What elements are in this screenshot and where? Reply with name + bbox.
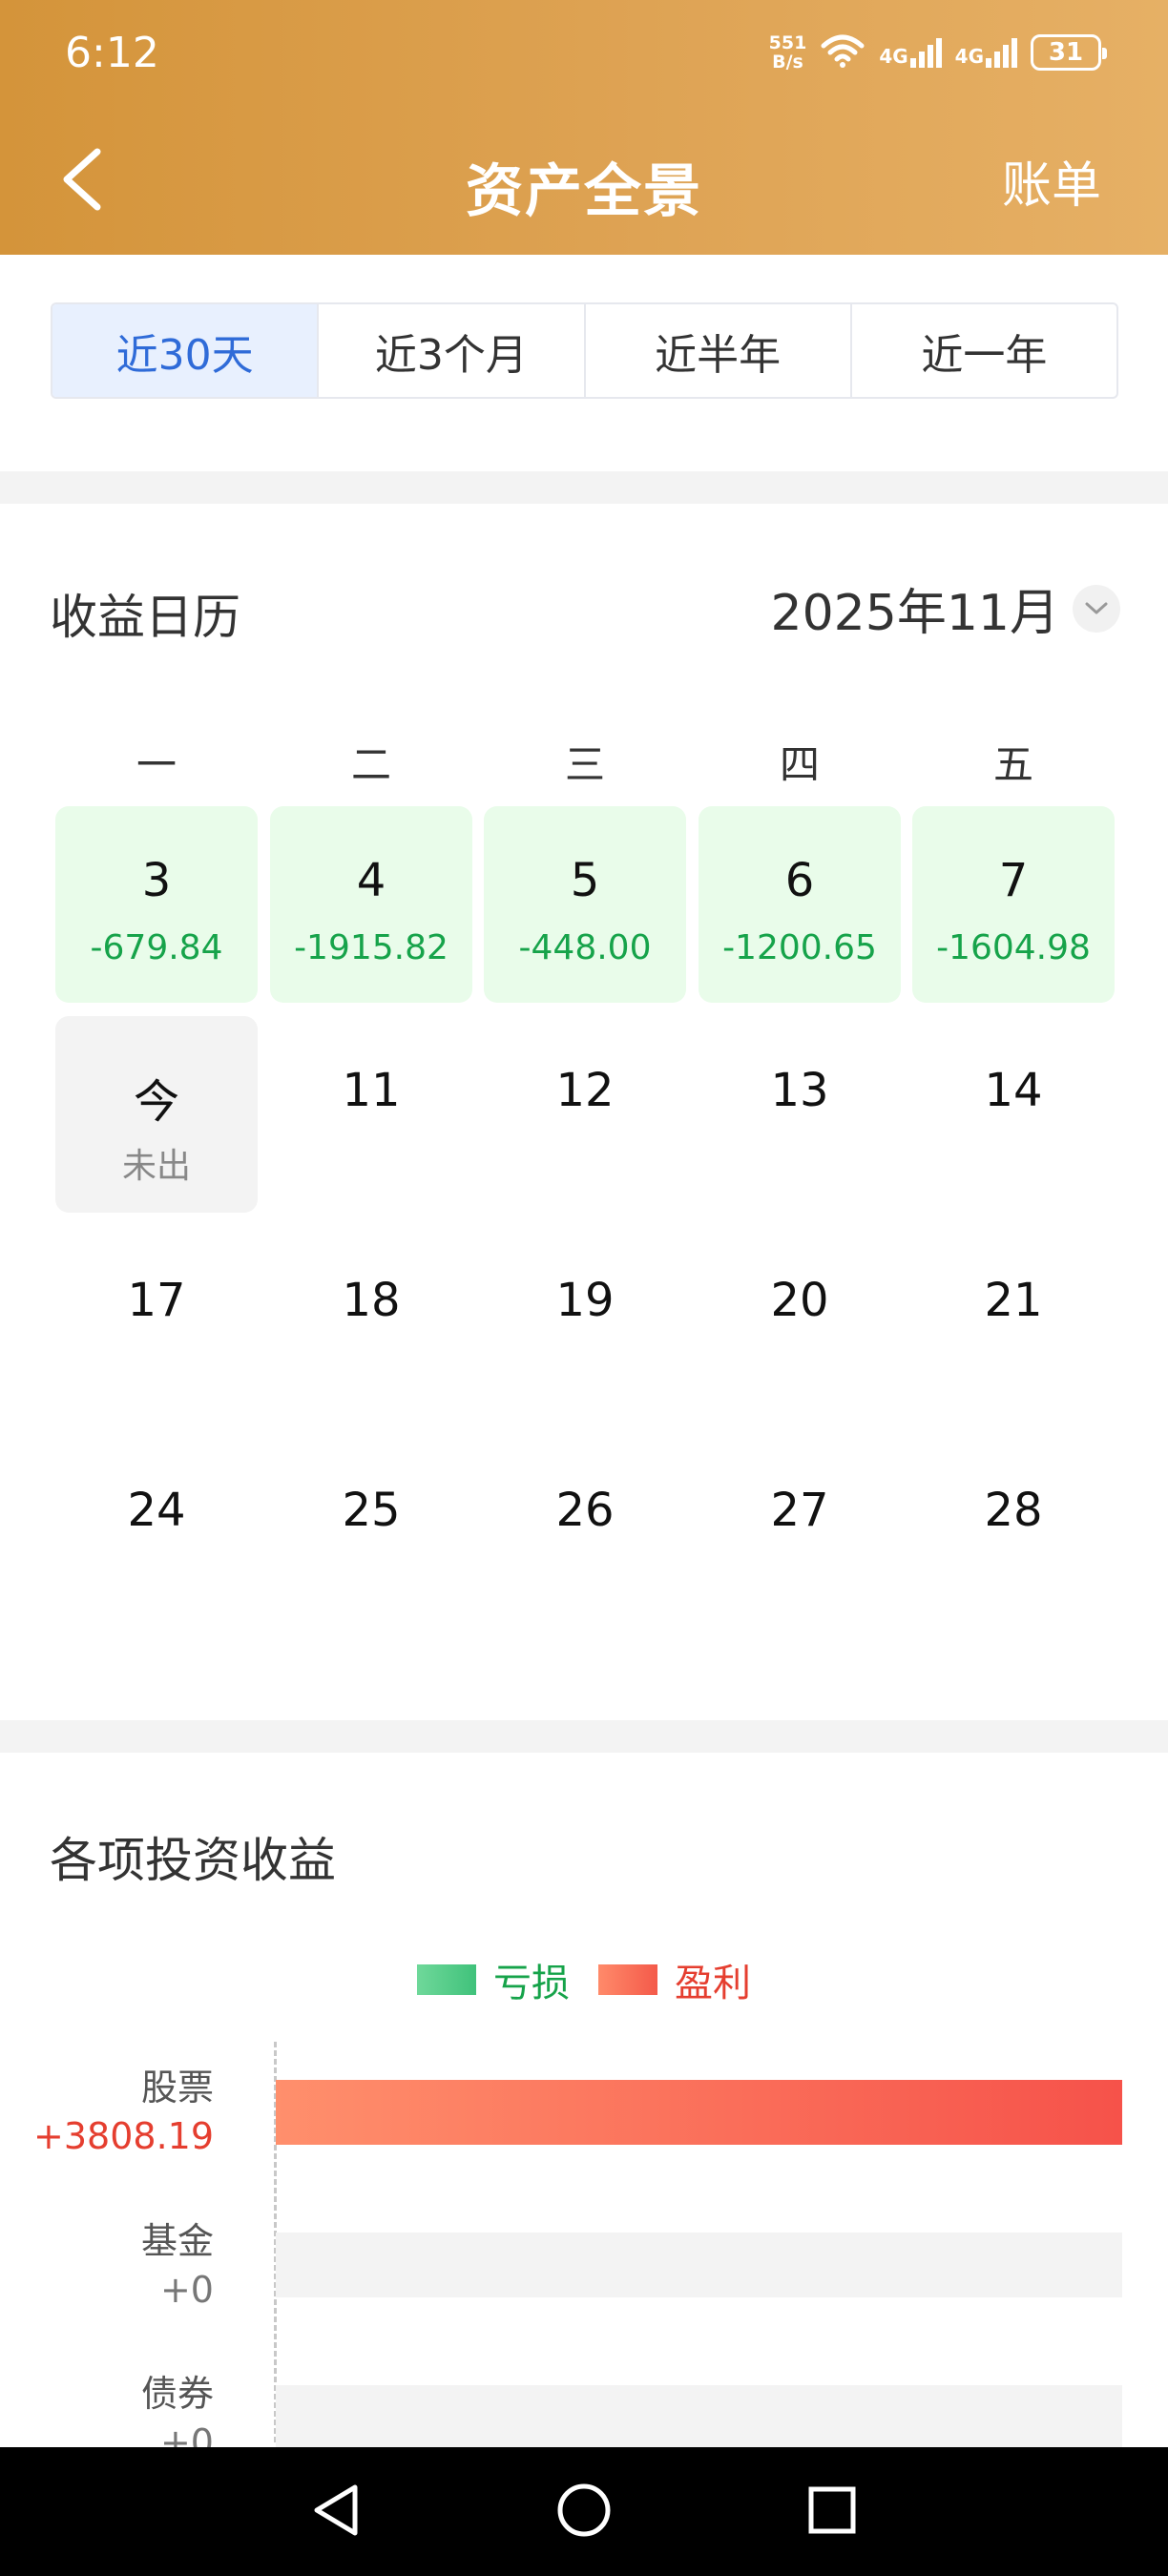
calendar-day[interactable]: 20 [699, 1226, 901, 1423]
tab-one-year[interactable]: 近一年 [849, 304, 1116, 397]
asset-name: 债券 [140, 2373, 214, 2415]
status-time: 6:12 [65, 29, 159, 77]
day-number: 4 [356, 854, 386, 907]
day-earnings: -1915.82 [294, 928, 448, 967]
circle-home-icon [555, 2482, 613, 2543]
day-number: 3 [141, 854, 172, 907]
calendar-day[interactable]: 25 [270, 1436, 472, 1632]
nav-recent-button[interactable] [794, 2474, 870, 2550]
asset-name: 股票 [140, 2067, 214, 2109]
calendar-day-today[interactable]: 今 未出 [55, 1016, 258, 1213]
calendar-day[interactable]: 19 [484, 1226, 686, 1423]
asset-overview-screen: 6:12 551 B/s 4G 4G 31 资产全景 账单 近30天 近3个月 … [0, 0, 1168, 2576]
asset-name: 基金 [140, 2220, 214, 2262]
tab-3-months[interactable]: 近3个月 [317, 304, 583, 397]
investment-title: 各项投资收益 [50, 1833, 336, 1888]
day-earnings: -679.84 [90, 928, 223, 967]
day-number: 5 [570, 854, 600, 907]
calendar-title: 收益日历 [50, 590, 240, 645]
page-title: 资产全景 [466, 158, 702, 225]
asset-bar-track [276, 2233, 1122, 2297]
calendar-day[interactable]: 14 [912, 1016, 1115, 1213]
day-number: 20 [770, 1274, 829, 1327]
day-number: 19 [555, 1274, 615, 1327]
triangle-back-icon [309, 2482, 363, 2543]
calendar-day[interactable]: 18 [270, 1226, 472, 1423]
day-number: 17 [127, 1274, 186, 1327]
square-recent-icon [805, 2483, 859, 2541]
calendar-day[interactable]: 21 [912, 1226, 1115, 1423]
legend-swatch [417, 1964, 476, 1995]
weekday-label: 三 [564, 741, 605, 788]
net-speed: 551 B/s [768, 32, 807, 73]
calendar-day[interactable]: 4 -1915.82 [270, 806, 472, 1003]
day-number: 11 [342, 1064, 401, 1117]
legend-swatch [598, 1964, 657, 1995]
day-number: 27 [770, 1484, 829, 1537]
wifi-icon [820, 32, 866, 73]
day-earnings: -1200.65 [722, 928, 877, 967]
month-selector[interactable]: 2025年11月 [770, 572, 1120, 644]
calendar-day[interactable]: 5 -448.00 [484, 806, 686, 1003]
calendar-day[interactable]: 12 [484, 1016, 686, 1213]
day-earnings: 未出 [121, 1147, 191, 1186]
legend-profit: 盈利 [598, 1952, 751, 2007]
asset-bar-track [276, 2080, 1122, 2145]
chevron-down-icon [1073, 584, 1120, 633]
asset-bar-track [276, 2385, 1122, 2450]
day-number: 26 [555, 1484, 615, 1537]
calendar-day[interactable]: 6 -1200.65 [699, 806, 901, 1003]
calendar-day[interactable]: 7 -1604.98 [912, 806, 1115, 1003]
calendar-day[interactable]: 26 [484, 1436, 686, 1632]
section-divider [0, 1720, 1168, 1753]
bill-button[interactable]: 账单 [1002, 145, 1101, 217]
period-tabs: 近30天 近3个月 近半年 近一年 [51, 302, 1118, 399]
calendar-day[interactable]: 13 [699, 1016, 901, 1213]
nav-home-button[interactable] [546, 2474, 622, 2550]
nav-back-button[interactable] [298, 2474, 374, 2550]
calendar-day[interactable]: 28 [912, 1436, 1115, 1632]
day-earnings: -1604.98 [936, 928, 1091, 967]
weekday-label: 五 [992, 741, 1033, 788]
asset-value: +3808.19 [33, 2115, 214, 2157]
asset-value: +0 [159, 2269, 214, 2311]
day-number: 6 [784, 854, 815, 907]
calendar-day[interactable]: 27 [699, 1436, 901, 1632]
tab-30-days[interactable]: 近30天 [52, 304, 318, 397]
signal-icon: 4G [879, 37, 942, 68]
day-number: 13 [770, 1064, 829, 1117]
day-number: 12 [555, 1064, 615, 1117]
asset-bar [276, 2080, 1122, 2145]
app-header: 6:12 551 B/s 4G 4G 31 资产全景 账单 [0, 0, 1168, 255]
weekday-label: 一 [136, 741, 177, 788]
status-icons: 551 B/s 4G 4G 31 [768, 32, 1107, 73]
calendar-day[interactable]: 17 [55, 1226, 258, 1423]
day-number: 7 [998, 854, 1029, 907]
chart-legend: 亏损 盈利 [0, 1952, 1168, 2007]
day-number: 25 [342, 1484, 401, 1537]
weekday-label: 四 [779, 741, 820, 788]
calendar-day[interactable]: 11 [270, 1016, 472, 1213]
day-number: 今 [133, 1075, 179, 1129]
day-number: 24 [127, 1484, 186, 1537]
day-number: 14 [984, 1064, 1043, 1117]
system-nav-bar [0, 2447, 1168, 2576]
month-label: 2025年11月 [770, 585, 1059, 642]
calendar-day[interactable]: 3 -679.84 [55, 806, 258, 1003]
day-earnings: -448.00 [518, 928, 652, 967]
calendar-day[interactable]: 24 [55, 1436, 258, 1632]
battery-icon: 31 [1031, 34, 1107, 71]
day-number: 18 [342, 1274, 401, 1327]
section-divider [0, 471, 1168, 504]
day-number: 21 [984, 1274, 1043, 1327]
day-number: 28 [984, 1484, 1043, 1537]
weekday-label: 二 [350, 741, 391, 788]
signal-icon: 4G [955, 37, 1017, 68]
legend-loss: 亏损 [417, 1952, 570, 2007]
tab-half-year[interactable]: 近半年 [583, 304, 850, 397]
